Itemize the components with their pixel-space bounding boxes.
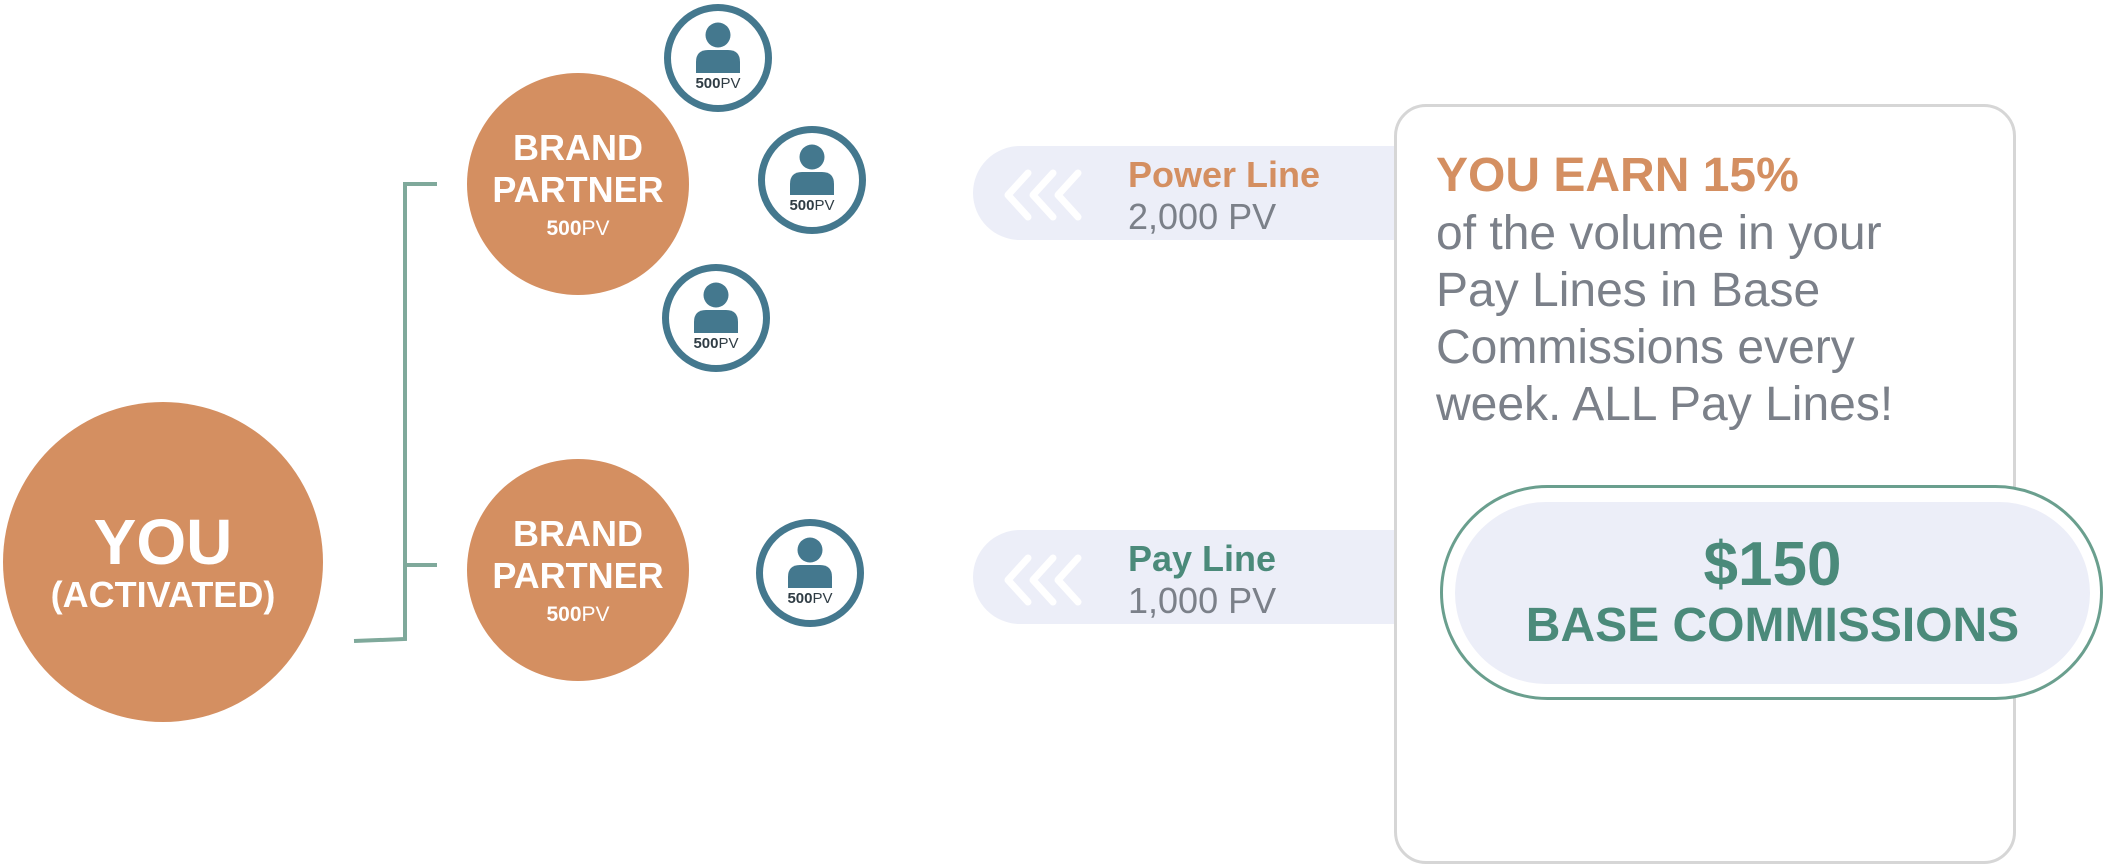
brand-partner-node-2: BRAND PARTNER 500PV [467, 459, 689, 681]
member-node-1: 500PV [664, 4, 772, 112]
earnings-heading: YOU EARN 15% [1436, 149, 1799, 202]
you-subtitle: (ACTIVATED) [50, 574, 276, 615]
chevron-left-icon [1004, 169, 1082, 221]
brand-partner-pv: 500PV [546, 217, 610, 240]
member-pv: 500PV [789, 197, 835, 214]
brand-partner-label: BRAND PARTNER [492, 127, 664, 210]
power-line-label: Power Line [1128, 154, 1321, 195]
brand-partner-node-1: BRAND PARTNER 500PV [467, 73, 689, 295]
earnings-body: of the volume in your Pay Lines in Base … [1436, 207, 1894, 431]
power-line-volume: 2,000 PV [1128, 196, 1277, 237]
pay-line-volume: 1,000 PV [1128, 580, 1277, 621]
member-node-4: 500PV [756, 519, 864, 627]
member-pv: 500PV [787, 590, 833, 607]
brand-partner-label: BRAND PARTNER [492, 513, 664, 596]
chevron-left-icon [1004, 554, 1082, 606]
you-title: YOU [93, 506, 233, 578]
person-icon [788, 537, 832, 588]
member-pv: 500PV [695, 75, 741, 92]
pay-line-label: Pay Line [1128, 538, 1277, 579]
brand-partner-pv: 500PV [546, 603, 610, 626]
person-icon [696, 22, 740, 73]
member-node-3: 500PV [662, 264, 770, 372]
member-pv: 500PV [693, 335, 739, 352]
person-icon [694, 282, 738, 333]
you-node: YOU (ACTIVATED) [3, 402, 323, 722]
member-node-2: 500PV [758, 126, 866, 234]
commission-label: BASE COMMISSIONS [1525, 599, 2020, 652]
commission-amount: $150 [1703, 530, 1842, 599]
commission-badge: $150 BASE COMMISSIONS [1455, 502, 2090, 684]
person-icon [790, 144, 834, 195]
